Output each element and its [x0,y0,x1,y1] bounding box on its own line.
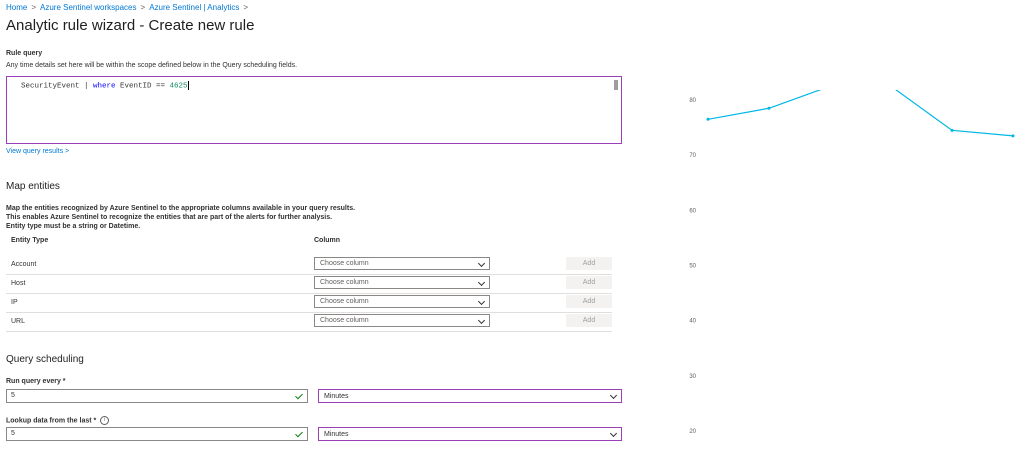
chevron-down-icon [477,259,486,268]
checkmark-icon [295,391,303,400]
map-entities-desc-1: Map the entities recognized by Azure Sen… [6,205,356,212]
lookup-data-label-text: Lookup data from the last * [6,417,97,425]
choose-column-dropdown[interactable]: Choose column [314,276,490,289]
lookup-unit-dropdown[interactable]: Minutes [318,427,622,441]
chevron-right-icon: > [243,3,248,12]
chevron-right-icon: > [31,3,37,12]
chevron-down-icon [477,297,486,306]
dropdown-value: Minutes [324,393,349,400]
chevron-down-icon [609,429,618,438]
add-button[interactable]: Add [566,295,612,308]
breadcrumb: Home > Azure Sentinel workspaces > Azure… [6,3,248,12]
entity-type-label: Account [11,261,37,268]
dropdown-placeholder: Choose column [320,279,369,286]
choose-column-dropdown[interactable]: Choose column [314,295,490,308]
query-results-chart: 80 70 60 50 40 30 20 [689,90,1015,435]
map-entities-desc-3: Entity type must be a string or Datetime… [6,223,141,230]
data-point[interactable] [1011,134,1015,138]
entity-type-label: Host [11,280,26,287]
y-tick-label: 70 [689,153,696,159]
run-query-every-input[interactable]: 5 [6,389,308,403]
add-button[interactable]: Add [566,314,612,327]
entity-row-ip: IP Choose column Add [6,293,612,313]
add-button[interactable]: Add [566,257,612,270]
data-point[interactable] [950,128,954,132]
column-header-column: Column [314,237,341,244]
query-code[interactable]: SecurityEvent | where EventID == 4625 [21,81,189,90]
breadcrumb-workspaces-link[interactable]: Azure Sentinel workspaces [40,3,137,12]
choose-column-dropdown[interactable]: Choose column [314,257,490,270]
code-text: SecurityEvent | [21,82,94,91]
entity-type-label: IP [11,299,18,306]
dropdown-placeholder: Choose column [320,317,369,324]
lookup-data-label: Lookup data from the last * i [6,416,110,425]
code-text-middle: EventID == [115,82,170,91]
chevron-right-icon: > [140,3,146,12]
text-cursor [187,81,189,90]
map-entities-heading: Map entities [6,181,60,192]
y-tick-label: 20 [689,429,696,435]
page-title: Analytic rule wizard - Create new rule [6,17,255,34]
query-scheduling-heading: Query scheduling [6,354,84,365]
input-value: 5 [11,430,15,437]
code-number: 4625 [169,82,188,91]
info-icon[interactable]: i [100,416,110,425]
breadcrumb-home-link[interactable]: Home [6,3,27,12]
dropdown-value: Minutes [324,431,349,438]
map-entities-desc-2: This enables Azure Sentinel to recognize… [6,214,333,221]
data-point[interactable] [767,106,771,110]
view-query-results-link[interactable]: View query results > [6,148,69,155]
column-header-entity-type: Entity Type [11,237,49,244]
y-tick-label: 30 [689,374,696,380]
add-button[interactable]: Add [566,276,612,289]
query-editor[interactable]: SecurityEvent | where EventID == 4625 [6,76,622,144]
chevron-down-icon [477,278,486,287]
dropdown-placeholder: Choose column [320,298,369,305]
choose-column-dropdown[interactable]: Choose column [314,314,490,327]
checkmark-icon [295,429,303,438]
breadcrumb-analytics-link[interactable]: Azure Sentinel | Analytics [149,3,239,12]
entity-row-host: Host Choose column Add [6,274,612,294]
entity-row-account: Account Choose column Add [6,255,612,275]
code-keyword: where [93,82,116,91]
y-tick-label: 60 [689,208,696,214]
lookup-data-input[interactable]: 5 [6,427,308,441]
input-value: 5 [11,392,15,399]
rule-query-description: Any time details set here will be within… [6,62,298,69]
series-line [707,90,1014,137]
entity-row-url: URL Choose column Add [6,312,612,332]
rule-query-label: Rule query [6,50,43,57]
chevron-down-icon [477,316,486,325]
entity-type-label: URL [11,318,26,325]
y-tick-label: 80 [689,98,696,104]
editor-scrollbar[interactable] [614,80,618,90]
run-query-every-label: Run query every * [6,378,66,385]
chevron-down-icon [609,391,618,400]
y-tick-label: 40 [689,319,696,325]
data-point[interactable] [706,117,710,121]
y-tick-label: 50 [689,264,696,270]
dropdown-placeholder: Choose column [320,260,369,267]
run-query-unit-dropdown[interactable]: Minutes [318,389,622,403]
